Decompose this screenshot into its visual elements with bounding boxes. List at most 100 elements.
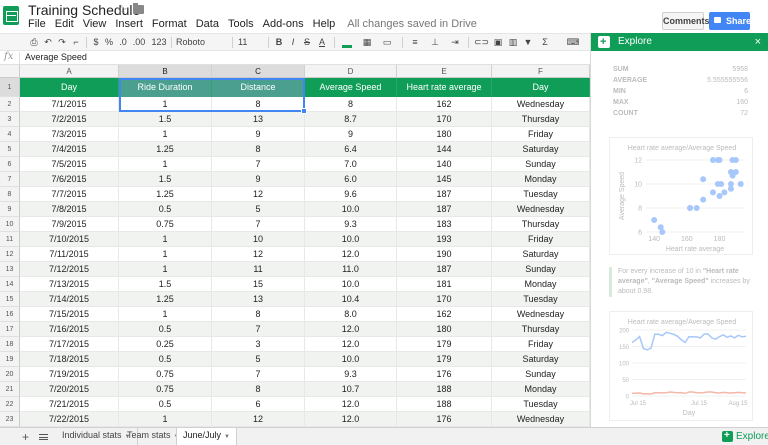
scatter-chart-card[interactable]: Heart rate average/Average Speed 6 8 10 12 1…: [609, 137, 753, 255]
cell-f[interactable]: Sunday: [492, 262, 590, 277]
cell-d[interactable]: 9: [305, 127, 397, 142]
menu-file[interactable]: File: [28, 18, 46, 30]
column-header-f[interactable]: F: [492, 65, 590, 78]
cell-b[interactable]: 1.25: [119, 187, 212, 202]
cell-c[interactable]: 12: [212, 187, 305, 202]
cell-e[interactable]: 188: [397, 382, 492, 397]
cell-f[interactable]: Wednesday: [492, 202, 590, 217]
row-header[interactable]: 9: [0, 202, 20, 217]
menu-tools[interactable]: Tools: [228, 18, 254, 30]
column-header-c[interactable]: C: [212, 65, 305, 78]
cell-a[interactable]: 7/2/2015: [20, 112, 119, 127]
folder-icon[interactable]: [133, 3, 144, 14]
column-header-a[interactable]: A: [20, 65, 119, 78]
cell-f[interactable]: Thursday: [492, 217, 590, 232]
cell-c[interactable]: 3: [212, 337, 305, 352]
row-header[interactable]: 7: [0, 172, 20, 187]
cell-e[interactable]: 162: [397, 97, 492, 112]
cell-e[interactable]: 183: [397, 217, 492, 232]
text-color-button[interactable]: A: [316, 35, 328, 50]
vertical-align-icon[interactable]: ⊥: [428, 35, 442, 50]
cell-b[interactable]: 1: [119, 232, 212, 247]
save-status[interactable]: All changes saved in Drive: [347, 18, 477, 30]
cell-c[interactable]: 13: [212, 112, 305, 127]
cell-a[interactable]: 7/11/2015: [20, 247, 119, 262]
cell-c[interactable]: 10: [212, 232, 305, 247]
menu-format[interactable]: Format: [152, 18, 187, 30]
column-header-e[interactable]: E: [397, 65, 492, 78]
menu-edit[interactable]: Edit: [55, 18, 74, 30]
cell-a[interactable]: 7/13/2015: [20, 277, 119, 292]
cell-e[interactable]: 181: [397, 277, 492, 292]
cell-d[interactable]: 10.4: [305, 292, 397, 307]
insert-comment-icon[interactable]: ▣: [492, 35, 504, 50]
caret-down-icon[interactable]: ▼: [224, 434, 230, 440]
cell-d[interactable]: 10.7: [305, 382, 397, 397]
cell-c[interactable]: 6: [212, 397, 305, 412]
cell-b[interactable]: 1: [119, 157, 212, 172]
star-icon[interactable]: ☆: [116, 2, 128, 18]
horizontal-align-icon[interactable]: ≡: [408, 35, 422, 50]
strikethrough-button[interactable]: S: [302, 35, 312, 50]
cell-e[interactable]: 144: [397, 142, 492, 157]
cell-c[interactable]: 9: [212, 127, 305, 142]
row-header[interactable]: 15: [0, 292, 20, 307]
cell-c[interactable]: 5: [212, 352, 305, 367]
cell-b[interactable]: 0.5: [119, 322, 212, 337]
header-cell-c[interactable]: Distance: [212, 78, 305, 97]
cell-d[interactable]: 11.0: [305, 262, 397, 277]
cell-f[interactable]: Saturday: [492, 142, 590, 157]
cell-a[interactable]: 7/16/2015: [20, 322, 119, 337]
row-header[interactable]: 13: [0, 262, 20, 277]
cell-a[interactable]: 7/15/2015: [20, 307, 119, 322]
cell-c[interactable]: 12: [212, 247, 305, 262]
cell-c[interactable]: 7: [212, 367, 305, 382]
row-header[interactable]: 17: [0, 322, 20, 337]
close-icon[interactable]: ×: [755, 33, 761, 51]
row-header[interactable]: 18: [0, 337, 20, 352]
cell-a[interactable]: 7/9/2015: [20, 217, 119, 232]
header-cell-b[interactable]: Ride Duration: [119, 78, 212, 97]
cell-a[interactable]: 7/14/2015: [20, 292, 119, 307]
cell-b[interactable]: 1.25: [119, 292, 212, 307]
decrease-decimal-button[interactable]: .0: [117, 35, 129, 50]
row-header[interactable]: 16: [0, 307, 20, 322]
cell-e[interactable]: 170: [397, 112, 492, 127]
cell-d[interactable]: 10.0: [305, 352, 397, 367]
menu-data[interactable]: Data: [196, 18, 219, 30]
cell-d[interactable]: 12.0: [305, 397, 397, 412]
cell-e[interactable]: 190: [397, 247, 492, 262]
row-header[interactable]: 6: [0, 157, 20, 172]
cell-c[interactable]: 12: [212, 412, 305, 427]
redo-icon[interactable]: ↷: [56, 35, 68, 50]
cell-b[interactable]: 0.5: [119, 202, 212, 217]
cell-c[interactable]: 5: [212, 202, 305, 217]
cell-c[interactable]: 8: [212, 142, 305, 157]
cell-a[interactable]: 7/8/2015: [20, 202, 119, 217]
cell-c[interactable]: 8: [212, 97, 305, 112]
cell-f[interactable]: Thursday: [492, 322, 590, 337]
cell-a[interactable]: 7/7/2015: [20, 187, 119, 202]
cell-a[interactable]: 7/12/2015: [20, 262, 119, 277]
column-header-b[interactable]: B: [119, 65, 212, 78]
cell-e[interactable]: 180: [397, 127, 492, 142]
cell-f[interactable]: Friday: [492, 127, 590, 142]
cell-e[interactable]: 187: [397, 202, 492, 217]
line-chart-card[interactable]: Heart rate average/Average Speed 0 50 100 1…: [609, 311, 753, 421]
row-header[interactable]: 1: [0, 78, 20, 97]
cell-f[interactable]: Saturday: [492, 352, 590, 367]
cell-e[interactable]: 179: [397, 337, 492, 352]
keyboard-input-icon[interactable]: ⌨: [564, 35, 582, 50]
row-header[interactable]: 21: [0, 382, 20, 397]
cell-b[interactable]: 1: [119, 412, 212, 427]
cell-f[interactable]: Friday: [492, 337, 590, 352]
cell-d[interactable]: 9.3: [305, 367, 397, 382]
cell-b[interactable]: 0.75: [119, 367, 212, 382]
cell-b[interactable]: 0.75: [119, 382, 212, 397]
cell-c[interactable]: 8: [212, 307, 305, 322]
header-cell-a[interactable]: Day: [20, 78, 119, 97]
cell-a[interactable]: 7/3/2015: [20, 127, 119, 142]
cell-d[interactable]: 8: [305, 97, 397, 112]
cell-e[interactable]: 145: [397, 172, 492, 187]
cell-b[interactable]: 0.5: [119, 397, 212, 412]
